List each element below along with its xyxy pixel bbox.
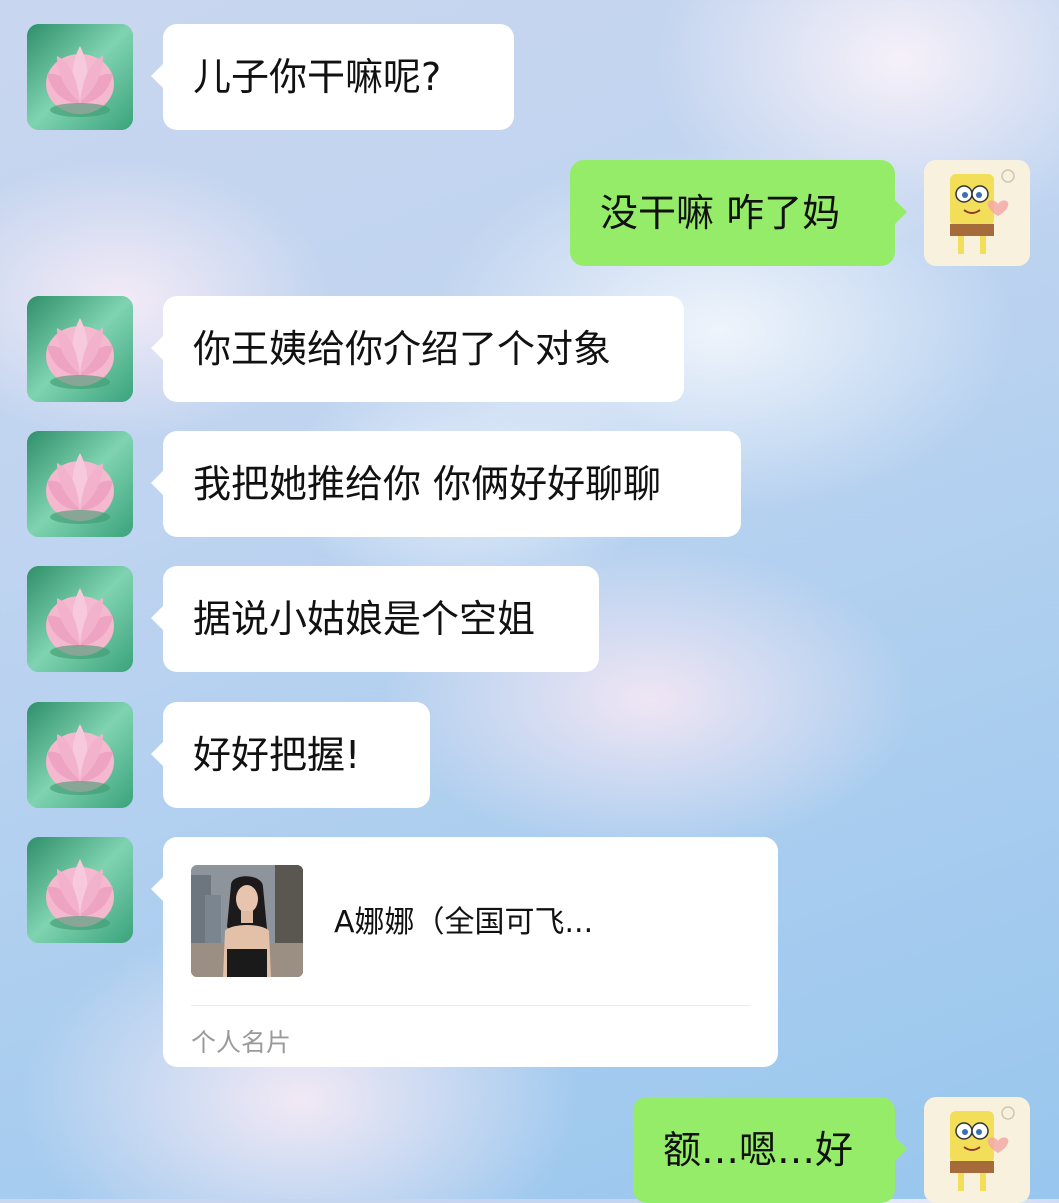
bubble-tail — [151, 877, 163, 901]
message-text: 没干嘛 咋了妈 — [600, 191, 841, 235]
my-avatar-icon[interactable] — [924, 160, 1030, 266]
mom-avatar-icon[interactable] — [27, 837, 133, 943]
bubble-tail — [895, 1137, 907, 1161]
message-text: 好好把握! — [193, 733, 361, 777]
bubble-tail — [151, 606, 163, 630]
contact-card-type-label: 个人名片 — [191, 1028, 292, 1057]
message-bubble-outgoing[interactable]: 没干嘛 咋了妈 — [570, 160, 907, 266]
contact-card-message[interactable]: A娜娜（全国可飞... 个人名片 — [151, 837, 778, 1067]
message-bubble-outgoing[interactable]: 额…嗯…好 — [633, 1097, 907, 1203]
message-bubble-incoming[interactable]: 儿子你干嘛呢? — [151, 24, 514, 130]
message-text: 我把她推给你 你俩好好聊聊 — [193, 462, 662, 506]
my-avatar-icon[interactable] — [924, 1097, 1030, 1203]
message-bubble-incoming[interactable]: 你王姨给你介绍了个对象 — [151, 296, 684, 402]
message-text: 儿子你干嘛呢? — [193, 55, 442, 99]
mom-avatar-icon[interactable] — [27, 24, 133, 130]
bubble-tail — [895, 200, 907, 224]
bubble-tail — [151, 64, 163, 88]
mom-avatar-icon[interactable] — [27, 296, 133, 402]
message-bubble-incoming[interactable]: 我把她推给你 你俩好好聊聊 — [151, 431, 741, 537]
bubble-tail — [151, 742, 163, 766]
message-bubble-incoming[interactable]: 据说小姑娘是个空姐 — [151, 566, 599, 672]
card-divider — [191, 1005, 750, 1006]
bubble-tail — [151, 336, 163, 360]
contact-card-name: A娜娜（全国可飞... — [334, 905, 594, 940]
message-text: 你王姨给你介绍了个对象 — [193, 327, 612, 371]
mom-avatar-icon[interactable] — [27, 566, 133, 672]
message-text: 额…嗯…好 — [663, 1128, 854, 1172]
mom-avatar-icon[interactable] — [27, 702, 133, 808]
contact-card-photo — [191, 865, 303, 977]
message-bubble-incoming[interactable]: 好好把握! — [151, 702, 430, 808]
mom-avatar-icon[interactable] — [27, 431, 133, 537]
bubble-tail — [151, 471, 163, 495]
chat-window: 儿子你干嘛呢? 没干嘛 咋了妈 你王姨给你介绍了个对象 我把她推给你 你俩好好聊… — [0, 0, 1059, 1203]
message-text: 据说小姑娘是个空姐 — [193, 597, 536, 641]
